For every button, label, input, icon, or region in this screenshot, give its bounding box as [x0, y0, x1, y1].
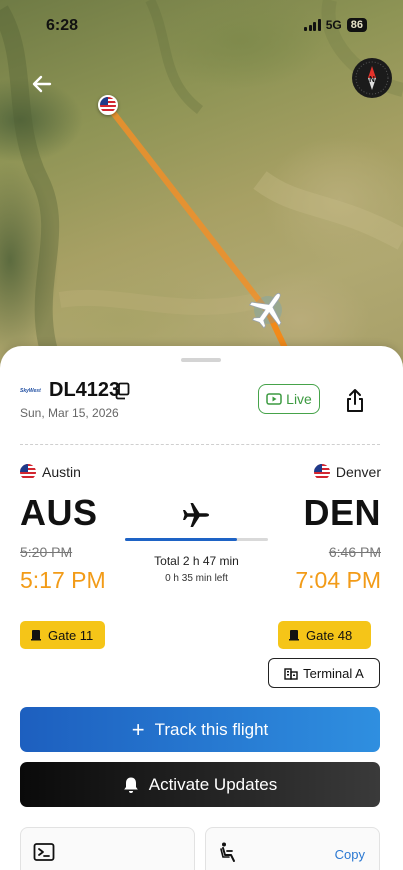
origin-flag-marker[interactable] [98, 95, 118, 115]
live-label: Live [286, 391, 312, 407]
arrow-left-icon [32, 75, 52, 93]
arrival-scheduled-time: 6:46 PM [328, 544, 381, 560]
airplane-icon [180, 499, 212, 531]
plus-icon: + [131, 716, 145, 742]
route-line-flown [105, 103, 271, 315]
arrival-gate-badge: Gate 48 [278, 621, 371, 649]
header-divider [20, 444, 380, 445]
arrival-city-name: Denver [335, 464, 381, 480]
departure-city: Austin [20, 464, 81, 480]
compass-button[interactable]: N [352, 58, 392, 98]
door-icon [289, 630, 299, 641]
arrival-gate-label: Gate 48 [306, 627, 353, 643]
departure-actual-time: 5:17 PM [20, 567, 106, 593]
flight-number: DL4123 [49, 379, 121, 401]
status-time: 6:28 [46, 17, 79, 34]
signal-icon [304, 19, 321, 31]
bell-icon [123, 777, 138, 793]
us-flag-icon [20, 464, 36, 480]
building-icon [284, 667, 298, 680]
back-button[interactable] [30, 72, 60, 102]
track-flight-label: Track this flight [154, 719, 269, 739]
flight-map[interactable]: 6:28 5G 86 N [0, 0, 403, 380]
flight-progress-bar [125, 538, 268, 541]
departure-airport-code: AUS [20, 492, 98, 533]
seat-card[interactable]: Copy [205, 827, 380, 870]
live-tv-icon [266, 393, 282, 405]
terminal-label: Terminal A [303, 665, 364, 681]
us-flag-icon [100, 97, 116, 113]
departure-scheduled-time: 5:20 PM [20, 544, 73, 560]
arrival-terminal-badge[interactable]: Terminal A [268, 658, 380, 688]
flight-progress-fill [125, 538, 237, 541]
airline-logo: SkyWest [20, 388, 41, 394]
time-left: 0 h 35 min left [165, 573, 228, 584]
status-bar: 6:28 5G 86 [0, 0, 403, 50]
map-overlay [0, 0, 403, 380]
airplane-icon [248, 292, 282, 329]
check-in-card[interactable] [20, 827, 195, 870]
flight-date: Sun, Mar 15, 2026 [20, 406, 119, 420]
live-badge[interactable]: Live [258, 384, 320, 414]
track-flight-button[interactable]: + Track this flight [20, 707, 380, 752]
share-button[interactable] [343, 388, 367, 414]
us-flag-icon [313, 464, 330, 480]
departure-city-name: Austin [42, 464, 81, 480]
total-duration: Total 2 h 47 min [154, 554, 239, 568]
activate-updates-label: Activate Updates [148, 774, 278, 794]
departure-gate-badge: Gate 11 [20, 621, 105, 649]
seat-icon [220, 842, 235, 862]
copy-flight-number-button[interactable] [114, 382, 130, 400]
arrival-airport-code: DEN [303, 492, 381, 533]
arrival-actual-time: 7:04 PM [295, 567, 381, 593]
door-icon [31, 630, 41, 641]
status-indicators: 5G 86 [304, 18, 367, 32]
network-type: 5G [325, 18, 342, 32]
compass-icon: N [355, 61, 389, 95]
compass-label: N [369, 75, 375, 84]
flight-details-sheet: SkyWest DL4123 Sun, Mar 15, 2026 Live Au… [0, 346, 403, 870]
arrival-city: Denver [313, 464, 381, 480]
aircraft-position-marker[interactable] [244, 286, 292, 334]
activate-updates-button[interactable]: Activate Updates [20, 762, 380, 807]
battery-icon: 86 [346, 18, 367, 32]
share-icon [347, 389, 363, 412]
departure-gate-label: Gate 11 [48, 627, 94, 643]
copy-icon [115, 382, 130, 400]
copy-seat-button[interactable]: Copy [335, 847, 365, 862]
sheet-drag-handle[interactable] [181, 358, 221, 362]
terminal-screen-icon [33, 843, 55, 861]
